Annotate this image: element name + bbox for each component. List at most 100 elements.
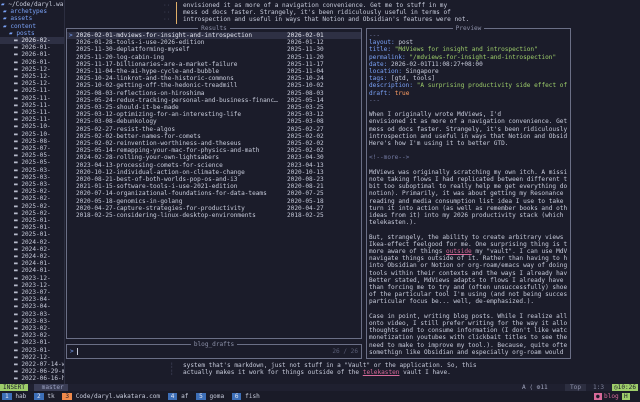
result-item[interactable]: 2025-10-24-linkrot-and-the-historic-comm…	[67, 75, 361, 82]
text: bit too suboptimal to really help me get…	[369, 183, 568, 191]
tree-file[interactable]: ▬ 2025-12-	[0, 73, 64, 80]
tree-file[interactable]: ▬ 2025-05-	[0, 152, 64, 159]
prompt-input[interactable]	[77, 348, 78, 355]
tree-file[interactable]: ▬ 2025-11-	[0, 95, 64, 102]
tree-file[interactable]: ▬ 2023-02-	[0, 332, 64, 339]
result-item[interactable]: 2025-11-20-log-cabin-ing 2025-11-20	[67, 54, 361, 61]
tree-file[interactable]: ▬ 2023-07-	[0, 289, 64, 296]
result-item[interactable]: 2020-08-21-best-of-both-worlds-pop-os-an…	[67, 176, 361, 183]
tree-file[interactable]: ▬ 2022-12-	[0, 354, 64, 361]
tree-file[interactable]: ▬ 2025-02-	[0, 195, 64, 202]
tree-file[interactable]: ▬ 2025-07-	[0, 145, 64, 152]
tree-file[interactable]: ▬ 2025-03-	[0, 174, 64, 181]
result-item[interactable]: 2023-04-13-processing-comets-for-science…	[67, 162, 361, 169]
tree-file[interactable]: ▬ 2025-02-	[0, 203, 64, 210]
tree-file[interactable]: ▬ 2025-11-	[0, 116, 64, 123]
tree-folder[interactable]: ▰ archetypes	[0, 8, 64, 15]
frontmatter-line: date: 2026-02-01T11:08:27+08:00	[369, 61, 570, 68]
result-item[interactable]: 2025-03-12-optimizing-for-an-interesting…	[67, 111, 361, 118]
tree-file[interactable]: ▬ 2023-04-	[0, 296, 64, 303]
tree-file[interactable]: ▬ 2025-05-	[0, 159, 64, 166]
tree-file[interactable]: ▬ 2025-02-	[0, 188, 64, 195]
text: somethign like Obsidian and especially o…	[369, 348, 564, 356]
tree-file[interactable]: ▬ 2025-12-	[0, 80, 64, 87]
tree-file[interactable]: ▬ 2025-11-	[0, 102, 64, 109]
tmux-window[interactable]: 1 hab	[0, 391, 32, 402]
result-item[interactable]: 2018-02-25-considering-linux-desktop-env…	[67, 212, 361, 219]
editor-line[interactable]: actually makes it work for things outsid…	[183, 369, 451, 376]
tree-file[interactable]: ▬ 2026-01-	[0, 44, 64, 51]
tree-file[interactable]: ▬ 2025-01-	[0, 217, 64, 224]
tree-file[interactable]: ▬ 2026-01-	[0, 59, 64, 66]
result-item[interactable]: 2025-03-08-debunkology 2025-03-08	[67, 118, 361, 125]
tree-file[interactable]: ▬ 2022-06-29-minimalist-travel-re	[0, 368, 64, 375]
tree-file[interactable]: ▬ 2025-10-	[0, 131, 64, 138]
tree-file[interactable]: ▬ 2024-02-	[0, 239, 64, 246]
tmux-window[interactable]: 3 Code/daryl.wakatara.com	[60, 391, 165, 402]
tmux-window[interactable]: 4 af	[166, 391, 194, 402]
result-item[interactable]: 2025-02-27-resist-the-algos 2025-02-27	[67, 126, 361, 133]
text: MdViews was originally scratching my own…	[369, 168, 568, 176]
tree-file[interactable]: ▬ 2025-01-	[0, 224, 64, 231]
result-item[interactable]: 2024-02-28-rolling-your-own-lightsabers 2…	[67, 154, 361, 161]
tree-file[interactable]: ▬ 2023-03-	[0, 318, 64, 325]
editor-line[interactable]: system that's markdown, just not stuff i…	[183, 362, 477, 369]
editor-line[interactable]: envisioned it as more of a navigation co…	[183, 2, 447, 9]
result-item[interactable]: 2020-05-18-genomics-in-golang 2020-05-18	[67, 198, 361, 205]
editor-line[interactable]: introspection and useful in ways that No…	[183, 16, 469, 23]
tree-file[interactable]: ▬ 2025-02-	[0, 210, 64, 217]
tree-file[interactable]: ▬ 2025-01-	[0, 231, 64, 238]
tree-file[interactable]: ▬ 2026-01-	[0, 51, 64, 58]
tree-file[interactable]: ▬ 2023-12-	[0, 282, 64, 289]
tree-file[interactable]: ▬ 2023-04-	[0, 303, 64, 310]
tree-file[interactable]: ▬ 2023-01-	[0, 347, 64, 354]
result-item[interactable]: 2025-02-02-better-names-for-comets 2025-0…	[67, 133, 361, 140]
tree-file[interactable]: ▬ 2023-03-	[0, 311, 64, 318]
tree-folder[interactable]: ▰ assets	[0, 15, 64, 22]
result-item[interactable]: 2020-07-14-organizational-foundations-fo…	[67, 190, 361, 197]
result-item[interactable]: 2025-02-02-reinvention-worthiness-and-th…	[67, 140, 361, 147]
tmux-window[interactable]: 5 goma	[194, 391, 230, 402]
result-item[interactable]: 2025-11-04-the-ai-hype-cycle-and-bubble 2…	[67, 68, 361, 75]
tree-file[interactable]: ▬ 2025-10-	[0, 123, 64, 130]
result-item[interactable]: 2026-01-28-tools-i-use-2026-edition 2026-…	[67, 39, 361, 46]
tree-file[interactable]: ▬ 2022-06-16-how-to-evaluate-job-	[0, 375, 64, 382]
result-item[interactable]: 2025-05-14-remapping-your-mac-for-physic…	[67, 147, 361, 154]
tree-folder[interactable]: ▰ posts	[0, 30, 64, 37]
prompt-title: blog_drafts	[190, 341, 238, 348]
tree-file[interactable]: ▬ 2025-03-	[0, 167, 64, 174]
tree-folder[interactable]: ▰ ~/Code/daryl.wakatara.com	[0, 1, 64, 8]
result-item[interactable]: 2021-01-15-software-tools-i-use-2021-edi…	[67, 183, 361, 190]
result-item[interactable]: 2025-11-17-billionaries-are-a-market-fai…	[67, 61, 361, 68]
tree-file[interactable]: ▬ 2024-02-	[0, 246, 64, 253]
tree-file[interactable]: ▬ 2023-01-	[0, 339, 64, 346]
tree-file[interactable]: ▬ 2024-01-	[0, 260, 64, 267]
window-name: Code/daryl.wakatara.com	[72, 393, 164, 400]
tree-file[interactable]: ▬ 2025-11-	[0, 87, 64, 94]
tree-file[interactable]: ▬ 2025-08-	[0, 138, 64, 145]
result-item[interactable]: 2025-05-24-redux-tracking-personal-and-b…	[67, 97, 361, 104]
result-item[interactable]: 2025-10-02-getting-off-the-hedonic-tread…	[67, 82, 361, 89]
tree-file[interactable]: ▬ 2025-12-	[0, 66, 64, 73]
tree-file[interactable]: ▬ 2024-02-	[0, 253, 64, 260]
tree-folder[interactable]: ▰ content	[0, 23, 64, 30]
tmux-window[interactable]: 2 tk	[32, 391, 60, 402]
tree-file[interactable]: ▬ 2023-12-	[0, 275, 64, 282]
result-item[interactable]: 2020-04-27-capture-strategies-for-produc…	[67, 205, 361, 212]
tmux-window[interactable]: 6 fish	[230, 391, 266, 402]
result-item[interactable]: 2025-11-30-deplatforming-myself 2025-11-3…	[67, 46, 361, 53]
result-item[interactable]: 2025-08-03-reflections-on-hiroshima 2025-…	[67, 90, 361, 97]
result-item[interactable]: 2020-10-12-individual-action-on-climate-…	[67, 169, 361, 176]
tree-file[interactable]: ▬ 2025-11-	[0, 109, 64, 116]
tree-file[interactable]: ▬ 2025-03-	[0, 181, 64, 188]
tree-file[interactable]: ▬ 2022-07-14-wayfinding-your-futu	[0, 361, 64, 368]
link[interactable]: telekasten	[363, 369, 400, 376]
tree-file[interactable]: ▬ 2023-02-	[0, 325, 64, 332]
tree-file[interactable]: ▬ 2026-02-	[0, 37, 64, 45]
tree-file[interactable]: ▬ 2024-01-	[0, 267, 64, 274]
preview-line: monetization youtubes with clickbait tit…	[369, 334, 570, 341]
result-item[interactable]: 2025-03-25-should-it-be-made 2025-03-25	[67, 104, 361, 111]
result-item[interactable]: >2026-02-01-mdviews-for-insight-and-intr…	[67, 32, 361, 40]
tree-label: 2023-03-	[21, 310, 51, 318]
editor-line[interactable]: mess od docs faster. Strangely, it's bee…	[183, 9, 451, 16]
